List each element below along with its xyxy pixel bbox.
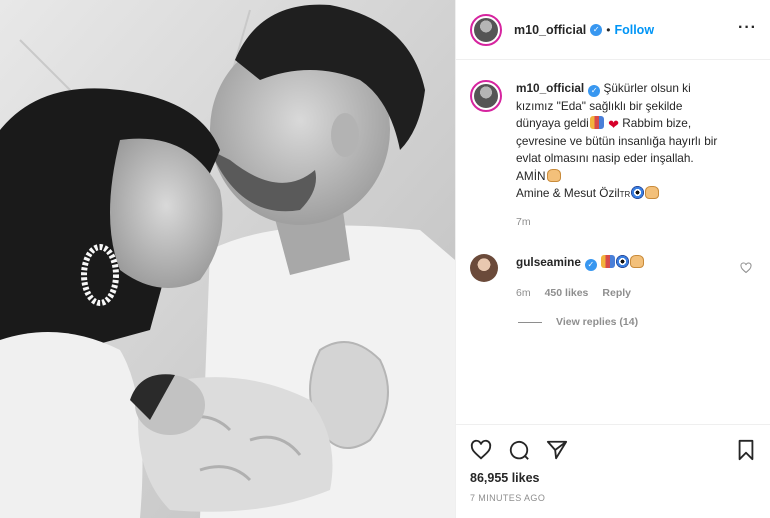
comment-likes[interactable]: 450 likes bbox=[545, 285, 589, 302]
post-actions: 86,955 likes 7 MINUTES AGO bbox=[456, 424, 770, 503]
instagram-post: m10_official ✓ • Follow ··· m10_official… bbox=[0, 0, 770, 518]
caption-text-line: Şükürler olsun ki bbox=[603, 81, 691, 95]
comment-meta: 6m 450 likes Reply bbox=[516, 285, 644, 302]
caption-time[interactable]: 7m bbox=[516, 214, 746, 232]
family-emoji-icon bbox=[601, 255, 616, 268]
caption-body: m10_official ✓ Şükürler olsun ki kızımız … bbox=[516, 80, 746, 231]
bookmark-icon[interactable] bbox=[735, 439, 757, 461]
action-bar bbox=[470, 437, 757, 463]
caption-line-7: AMİN bbox=[516, 168, 746, 186]
comment-bubble-icon[interactable] bbox=[508, 439, 530, 461]
verified-badge-icon: ✓ bbox=[588, 85, 601, 97]
share-paper-plane-icon[interactable] bbox=[546, 439, 568, 461]
post-timestamp[interactable]: 7 MINUTES AGO bbox=[470, 493, 757, 503]
like-heart-icon[interactable] bbox=[470, 439, 492, 461]
praying-hands-emoji-icon bbox=[645, 186, 660, 199]
post-panel: m10_official ✓ • Follow ··· m10_official… bbox=[455, 0, 770, 518]
comment-reply-button[interactable]: Reply bbox=[602, 285, 631, 302]
comment-text-row: gulseamine ✓ bbox=[516, 254, 645, 271]
caption-line-3: dünyaya geldi ❤ Rabbim bize, bbox=[516, 115, 746, 133]
view-replies-divider bbox=[518, 321, 542, 323]
author-username[interactable]: m10_official bbox=[514, 23, 586, 37]
praying-hands-emoji-icon bbox=[630, 255, 645, 268]
verified-badge-icon: ✓ bbox=[584, 259, 597, 271]
view-replies-label: View replies (14) bbox=[556, 316, 639, 328]
caption-username[interactable]: m10_official bbox=[516, 81, 584, 95]
post-image bbox=[0, 0, 455, 518]
post-header: m10_official ✓ • Follow ··· bbox=[456, 0, 770, 60]
comment-time[interactable]: 6m bbox=[516, 285, 531, 302]
caption-line-1: m10_official ✓ Şükürler olsun ki bbox=[516, 80, 746, 98]
caption-text-line: evlat olmasını nasip eder inşallah. bbox=[516, 151, 694, 165]
comment-like-heart-icon[interactable] bbox=[740, 262, 752, 274]
post-caption: m10_official ✓ Şükürler olsun ki kızımız … bbox=[470, 80, 760, 231]
commenter-username[interactable]: gulseamine bbox=[516, 255, 581, 269]
comment-item: gulseamine ✓ 6m 450 likes Reply bbox=[470, 254, 760, 302]
more-horizontal-icon[interactable]: ··· bbox=[738, 20, 757, 36]
post-photo[interactable] bbox=[0, 0, 455, 518]
caption-text-line: Amine & Mesut Özil bbox=[516, 186, 620, 200]
caption-text-line: AMİN bbox=[516, 168, 546, 183]
commenter-avatar[interactable] bbox=[470, 254, 498, 282]
verified-badge-icon: ✓ bbox=[590, 23, 603, 36]
comment-body: gulseamine ✓ 6m 450 likes Reply bbox=[516, 254, 645, 302]
family-emoji-icon bbox=[589, 116, 604, 129]
header-separator: • bbox=[606, 22, 611, 37]
caption-avatar[interactable] bbox=[470, 80, 502, 112]
caption-text-line: çevresine ve bütün insanlığa hayırlı bir bbox=[516, 133, 718, 148]
follow-button[interactable]: Follow bbox=[614, 23, 654, 37]
caption-text-line: Rabbim bize, bbox=[622, 116, 692, 130]
praying-hands-emoji-icon bbox=[546, 168, 561, 182]
author-avatar[interactable] bbox=[470, 13, 502, 46]
post-likes-count[interactable]: 86,955 likes bbox=[470, 471, 757, 485]
nazar-amulet-emoji-icon bbox=[616, 255, 630, 268]
nazar-amulet-emoji-icon bbox=[631, 186, 645, 199]
turkey-flag-text: TR bbox=[619, 190, 631, 199]
caption-line-8: Amine & Mesut ÖzilTR bbox=[516, 185, 746, 204]
view-replies-button[interactable]: View replies (14) bbox=[518, 316, 638, 328]
caption-text-line: dünyaya geldi bbox=[516, 116, 589, 130]
caption-text-line: kızımız "Eda" sağlıklı bir şekilde bbox=[516, 98, 683, 113]
red-heart-emoji-icon: ❤ bbox=[608, 117, 619, 132]
